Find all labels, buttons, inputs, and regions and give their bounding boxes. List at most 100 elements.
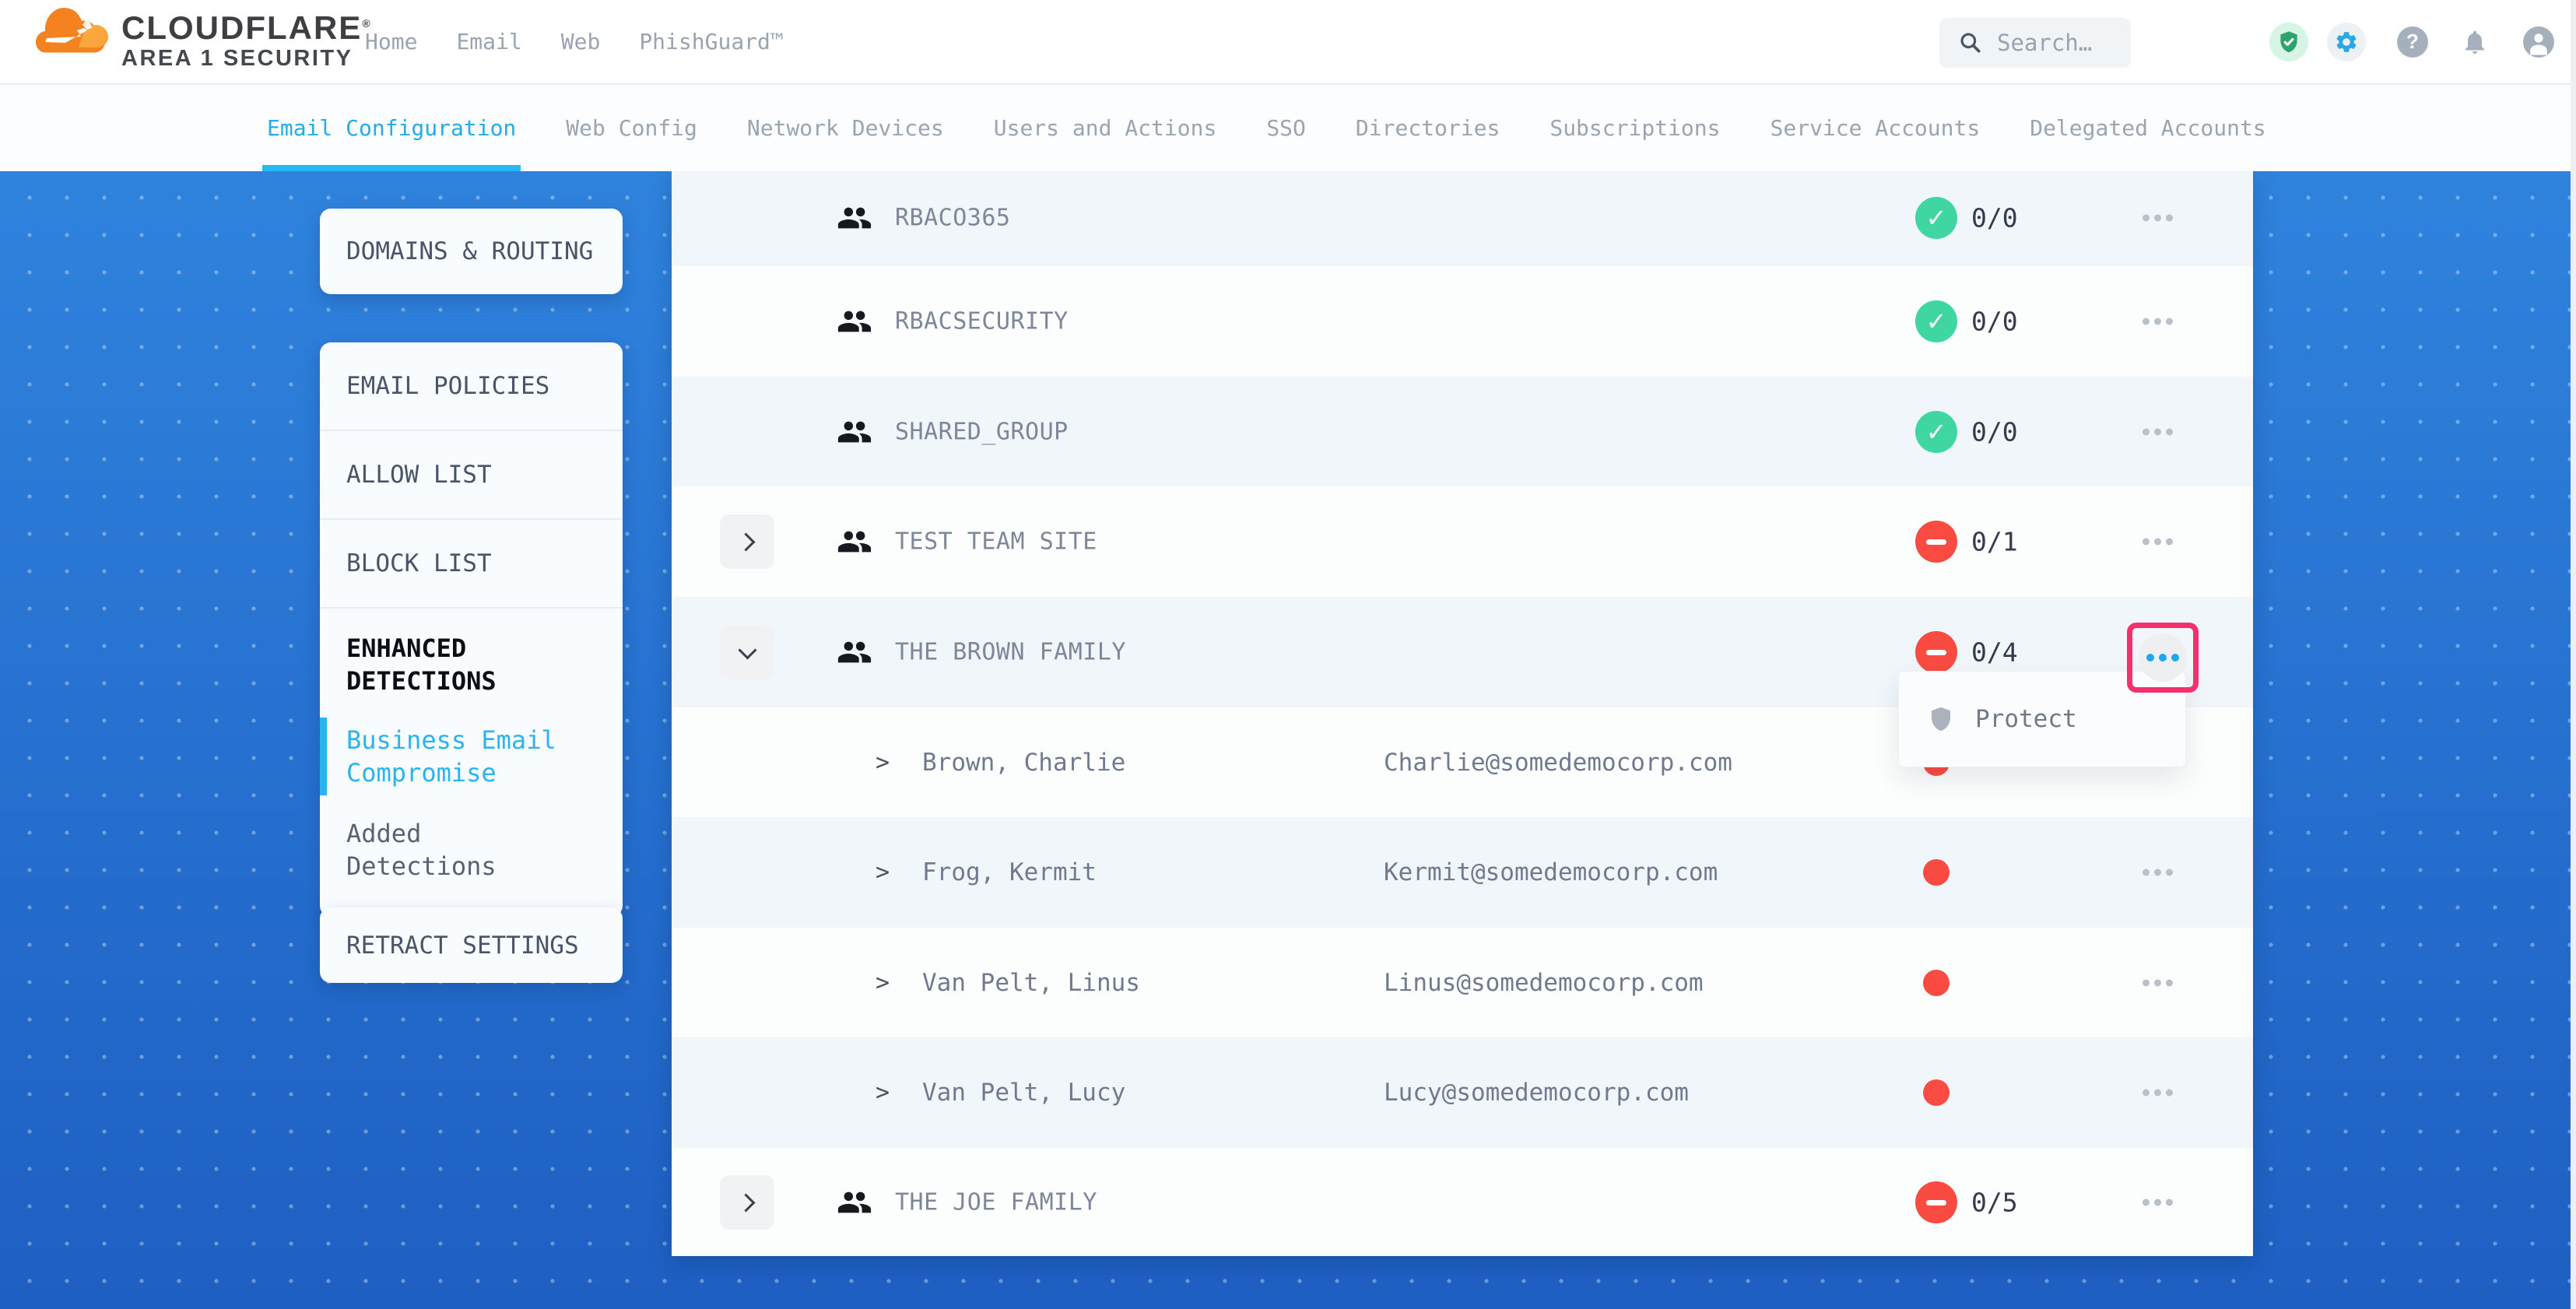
tab-network-devices[interactable]: Network Devices	[742, 85, 949, 171]
member-name: Van Pelt, Linus	[922, 969, 1140, 997]
section-tabs-bar: Email Configuration Web Config Network D…	[0, 83, 2576, 171]
table-row[interactable]: > Frog, Kermit Kermit@somedemocorp.com	[672, 817, 2253, 928]
member-email: Linus@somedemocorp.com	[1384, 969, 1704, 997]
tab-delegated-accounts[interactable]: Delegated Accounts	[2025, 85, 2270, 171]
table-row[interactable]: > Van Pelt, Lucy Lucy@somedemocorp.com	[672, 1037, 2253, 1148]
status-ok-icon: ✓	[1915, 411, 1957, 453]
tab-users-and-actions[interactable]: Users and Actions	[989, 85, 1222, 171]
nav-home[interactable]: Home	[365, 29, 417, 54]
allow-list-label: ALLOW LIST	[346, 461, 492, 489]
nav-web[interactable]: Web	[561, 29, 601, 54]
groups-table: RBACO365 ✓ 0/0 RBACSECURITY ✓ 0/0 SHARED…	[672, 170, 2253, 1256]
cloudflare-logo[interactable]: CLOUDFLARE® AREA 1 SECURITY	[36, 6, 372, 72]
chevron-right-icon	[736, 1193, 755, 1212]
logo-brand: CLOUDFLARE	[121, 9, 362, 46]
highlight-box	[2127, 623, 2199, 693]
status-blocked-dot	[1923, 970, 1950, 996]
protect-label: Protect	[1975, 705, 2077, 733]
table-row[interactable]: TEST TEAM SITE 0/1	[672, 486, 2253, 597]
member-count: 0/5	[1971, 1188, 2018, 1218]
expand-button[interactable]	[720, 1175, 774, 1230]
more-menu-button-active[interactable]	[2139, 633, 2187, 682]
shield-check-icon[interactable]	[2269, 23, 2308, 61]
member-caret-icon: >	[876, 749, 890, 776]
tab-web-config[interactable]: Web Config	[561, 85, 702, 171]
table-row[interactable]: RBACO365 ✓ 0/0	[672, 170, 2253, 266]
section-tabs: Email Configuration Web Config Network D…	[262, 85, 2271, 171]
chevron-down-icon	[738, 640, 756, 659]
table-row[interactable]: THE JOE FAMILY 0/5	[672, 1148, 2253, 1257]
collapse-button[interactable]	[720, 625, 774, 679]
more-menu-button[interactable]	[2143, 539, 2173, 546]
sidebar-item-business-email-compromise[interactable]: Business Email Compromise	[320, 718, 623, 795]
group-name: TEST TEAM SITE	[895, 528, 1097, 556]
member-count: 0/0	[1971, 203, 2018, 233]
member-name: Van Pelt, Lucy	[922, 1079, 1125, 1107]
sidebar-item-retract-settings[interactable]: RETRACT SETTINGS	[320, 907, 623, 983]
tab-directories[interactable]: Directories	[1351, 85, 1504, 171]
top-navigation: Home Email Web PhishGuard™	[365, 0, 784, 83]
tab-service-accounts[interactable]: Service Accounts	[1766, 85, 1985, 171]
more-menu-button[interactable]	[2143, 869, 2173, 876]
table-row[interactable]: SHARED_GROUP ✓ 0/0	[672, 377, 2253, 486]
sidebar-item-domains-routing[interactable]: DOMAINS & ROUTING	[320, 209, 623, 294]
group-icon	[837, 200, 872, 236]
group-icon	[837, 304, 872, 339]
group-icon	[837, 1184, 872, 1220]
expand-button[interactable]	[720, 514, 774, 569]
domains-routing-label: DOMAINS & ROUTING	[346, 237, 593, 265]
account-icon[interactable]	[2523, 26, 2554, 58]
more-menu-button[interactable]	[2143, 979, 2173, 986]
member-email: Lucy@somedemocorp.com	[1384, 1079, 1689, 1107]
sidebar-item-allow-list[interactable]: ALLOW LIST	[320, 431, 623, 520]
group-name: THE BROWN FAMILY	[895, 639, 1126, 666]
member-email: Kermit@somedemocorp.com	[1384, 858, 1718, 886]
more-menu-button[interactable]	[2143, 215, 2173, 222]
sidebar-item-email-policies[interactable]: EMAIL POLICIES	[320, 342, 623, 431]
status-blocked-icon	[1915, 521, 1957, 563]
group-name: RBACO365	[895, 205, 1011, 232]
search-input[interactable]	[1995, 29, 2115, 57]
logo-text: CLOUDFLARE® AREA 1 SECURITY	[121, 6, 372, 72]
nav-email[interactable]: Email	[456, 29, 521, 54]
more-dots-icon	[2146, 654, 2179, 662]
member-count: 0/0	[1971, 416, 2018, 447]
tab-subscriptions[interactable]: Subscriptions	[1545, 85, 1725, 171]
group-name: SHARED_GROUP	[895, 418, 1069, 445]
member-name: Brown, Charlie	[922, 749, 1125, 777]
group-icon	[837, 414, 872, 450]
enhanced-detections-title: ENHANCED DETECTIONS	[346, 632, 541, 697]
sidebar-item-added-detections[interactable]: Added Detections	[320, 811, 623, 889]
more-menu-button[interactable]	[2143, 318, 2173, 325]
table-row[interactable]: RBACSECURITY ✓ 0/0	[672, 266, 2253, 377]
tab-email-configuration[interactable]: Email Configuration	[262, 85, 521, 171]
shield-icon	[1927, 705, 1955, 733]
search-box[interactable]	[1939, 18, 2131, 68]
nav-phishguard[interactable]: PhishGuard™	[639, 29, 783, 54]
member-email: Charlie@somedemocorp.com	[1384, 749, 1732, 777]
logo-subtitle: AREA 1 SECURITY	[121, 45, 372, 72]
sidebar-item-block-list[interactable]: BLOCK LIST	[320, 520, 623, 609]
header-icons: ?	[2269, 0, 2554, 83]
more-menu-button[interactable]	[2143, 1090, 2173, 1097]
member-count: 0/0	[1971, 307, 2018, 337]
help-icon[interactable]: ?	[2397, 26, 2428, 58]
settings-gear-icon[interactable]	[2327, 23, 2366, 61]
tab-sso[interactable]: SSO	[1262, 85, 1311, 171]
more-menu-button[interactable]	[2143, 1199, 2173, 1206]
bell-icon[interactable]	[2458, 25, 2492, 59]
group-name: RBACSECURITY	[895, 308, 1069, 335]
search-icon	[1958, 30, 1983, 55]
table-row[interactable]: > Van Pelt, Linus Linus@somedemocorp.com	[672, 928, 2253, 1037]
status-ok-icon: ✓	[1915, 300, 1957, 342]
status-blocked-dot	[1923, 859, 1950, 886]
sidebar-policies-card: EMAIL POLICIES ALLOW LIST BLOCK LIST ENH…	[320, 342, 623, 917]
page-scrollbar[interactable]	[2571, 0, 2576, 1309]
enhanced-detections-section: ENHANCED DETECTIONS Business Email Compr…	[320, 609, 623, 917]
chevron-right-icon	[736, 532, 755, 551]
group-name: THE JOE FAMILY	[895, 1189, 1097, 1216]
email-policies-label: EMAIL POLICIES	[346, 372, 549, 400]
app-page: CLOUDFLARE® AREA 1 SECURITY Home Email W…	[0, 0, 2576, 1309]
retract-settings-label: RETRACT SETTINGS	[346, 932, 579, 960]
more-menu-button[interactable]	[2143, 428, 2173, 435]
